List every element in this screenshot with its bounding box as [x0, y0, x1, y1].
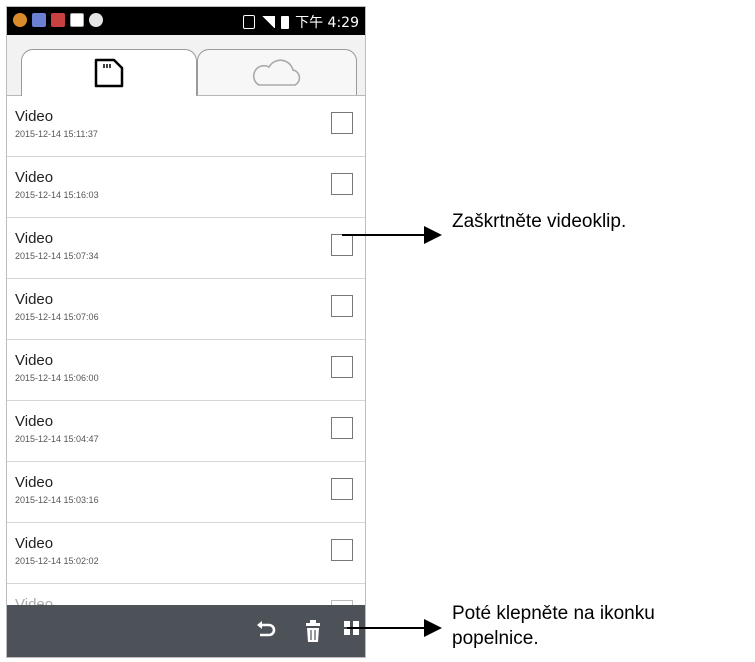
sd-card-icon — [94, 58, 124, 88]
video-title: Video — [15, 230, 54, 247]
undo-icon[interactable] — [255, 619, 277, 641]
video-checkbox[interactable] — [331, 112, 353, 134]
video-checkbox[interactable] — [331, 234, 353, 256]
video-list: Video 2015-12-14 15:11:37 Video 2015-12-… — [7, 96, 365, 606]
trash-hint-arrow-head — [424, 619, 442, 637]
video-list-item[interactable]: Video 2015-12-14 15:11:37 — [7, 96, 365, 157]
notification-icons — [13, 13, 103, 27]
video-date: 2015-12-14 15:03:16 — [15, 495, 99, 505]
battery-icon — [281, 15, 290, 29]
phone-screen: 下午 4:29 Video 2015-12-14 15:11:37 Video … — [6, 6, 366, 658]
video-title: Video — [15, 474, 54, 491]
bottom-toolbar — [7, 605, 365, 657]
video-list-item[interactable]: Video 2015-12-14 15:07:34 — [7, 218, 365, 279]
video-title: Video — [15, 535, 54, 552]
video-checkbox[interactable] — [331, 295, 353, 317]
tab-local-storage[interactable] — [21, 49, 197, 96]
video-title: Video — [15, 413, 54, 430]
wifi-icon — [243, 15, 256, 29]
video-checkbox[interactable] — [331, 539, 353, 561]
trash-icon[interactable] — [304, 619, 322, 643]
video-title: Video — [15, 169, 54, 186]
video-title: Video — [15, 108, 54, 125]
status-time: 下午 4:29 — [295, 15, 359, 31]
cloud-icon — [252, 58, 301, 86]
video-date: 2015-12-14 15:11:37 — [15, 129, 98, 139]
notification-document-icon — [32, 13, 46, 27]
video-checkbox[interactable] — [331, 173, 353, 195]
video-date: 2015-12-14 15:07:06 — [15, 312, 99, 322]
video-title: Video — [15, 291, 54, 308]
video-list-item[interactable]: Video 2015-12-14 15:02:02 — [7, 523, 365, 584]
signal-icon — [261, 16, 276, 28]
trash-hint-arrow-line — [347, 627, 428, 629]
video-list-item[interactable]: Video 2015-12-14 15:16:03 — [7, 157, 365, 218]
video-date: 2015-12-14 15:07:34 — [15, 251, 99, 261]
video-list-item[interactable]: Video 2015-12-14 15:04:47 — [7, 401, 365, 462]
video-date: 2015-12-14 15:06:00 — [15, 373, 99, 383]
video-list-item[interactable]: Video 2015-12-14 15:07:06 — [7, 279, 365, 340]
video-list-item[interactable]: Video 2015-12-14 15:06:00 — [7, 340, 365, 401]
video-checkbox[interactable] — [331, 417, 353, 439]
check-hint-arrow-line — [342, 234, 428, 236]
tab-bar — [7, 35, 365, 96]
video-date: 2015-12-14 15:16:03 — [15, 190, 99, 200]
notification-android-icon — [51, 13, 65, 27]
video-checkbox[interactable] — [331, 478, 353, 500]
tab-cloud-storage[interactable] — [197, 49, 357, 95]
video-list-item[interactable]: Video — [7, 584, 365, 606]
status-bar: 下午 4:29 — [7, 7, 365, 35]
video-date: 2015-12-14 15:04:47 — [15, 434, 99, 444]
video-title: Video — [15, 352, 54, 369]
notification-image-icon — [70, 13, 84, 27]
system-status: 下午 4:29 — [243, 12, 359, 32]
check-hint-text: Zaškrtněte videoklip. — [452, 211, 627, 232]
notification-app-icon — [13, 13, 27, 27]
video-list-item[interactable]: Video 2015-12-14 15:03:16 — [7, 462, 365, 523]
video-date: 2015-12-14 15:02:02 — [15, 556, 99, 566]
check-hint-arrow-head — [424, 226, 442, 244]
video-checkbox[interactable] — [331, 356, 353, 378]
trash-hint-text-line2: popelnice. — [452, 628, 539, 649]
trash-hint-text-line1: Poté klepněte na ikonku — [452, 603, 655, 624]
notification-settings-icon — [89, 13, 103, 27]
